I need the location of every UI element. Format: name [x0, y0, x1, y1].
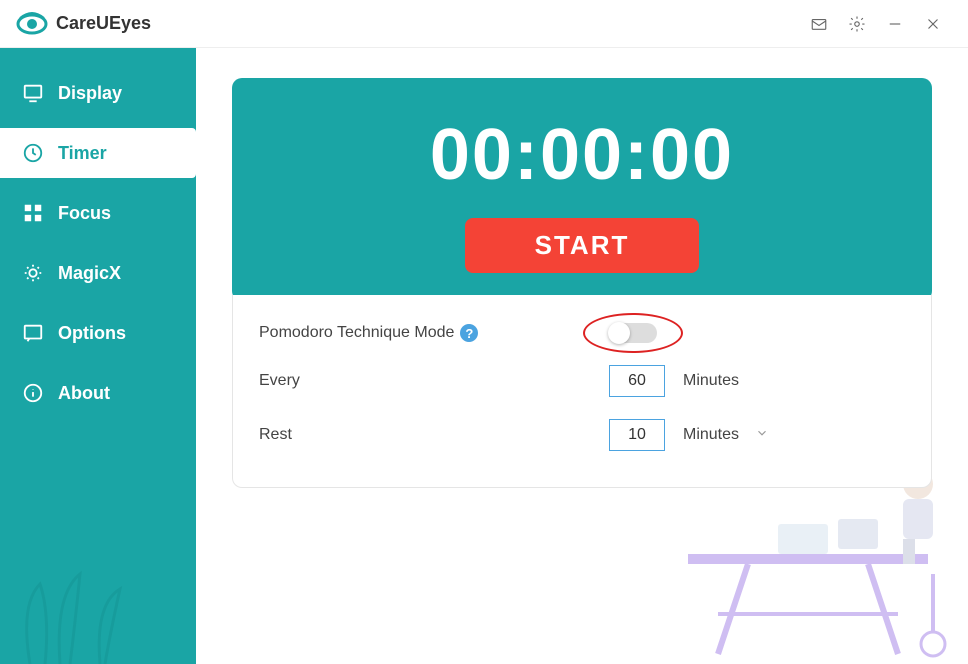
pomodoro-toggle[interactable] — [609, 323, 657, 343]
settings-icon[interactable] — [838, 5, 876, 43]
sidebar-item-label: About — [58, 383, 110, 404]
sidebar-item-label: Timer — [58, 143, 107, 164]
options-icon — [22, 322, 44, 344]
sidebar-item-magicx[interactable]: MagicX — [0, 248, 196, 298]
settings-panel: Pomodoro Technique Mode ? Every Minutes … — [232, 295, 932, 488]
eye-icon — [16, 8, 48, 40]
timer-display: 00:00:00 — [252, 114, 912, 196]
title-bar: CareUEyes — [0, 0, 968, 48]
sidebar-item-options[interactable]: Options — [0, 308, 196, 358]
every-unit: Minutes — [683, 372, 739, 390]
timer-panel: 00:00:00 START — [232, 78, 932, 301]
mail-icon[interactable] — [800, 5, 838, 43]
sidebar-item-label: Focus — [58, 203, 111, 224]
sidebar-item-label: MagicX — [58, 263, 121, 284]
app-logo: CareUEyes — [16, 8, 151, 40]
sidebar-item-display[interactable]: Display — [0, 68, 196, 118]
sparkle-icon — [22, 262, 44, 284]
every-label: Every — [259, 372, 300, 390]
start-button[interactable]: START — [465, 218, 700, 273]
minimize-button[interactable] — [876, 5, 914, 43]
toggle-knob — [608, 322, 630, 344]
monitor-icon — [22, 82, 44, 104]
every-input[interactable] — [609, 365, 665, 397]
pomodoro-row: Pomodoro Technique Mode ? — [259, 323, 905, 343]
sidebar-item-label: Display — [58, 83, 122, 104]
grid-icon — [22, 202, 44, 224]
rest-unit: Minutes — [683, 426, 739, 444]
sidebar-item-focus[interactable]: Focus — [0, 188, 196, 238]
close-button[interactable] — [914, 5, 952, 43]
info-icon — [22, 382, 44, 404]
sidebar-item-timer[interactable]: Timer — [0, 128, 196, 178]
rest-label: Rest — [259, 426, 292, 444]
pomodoro-label: Pomodoro Technique Mode — [259, 324, 454, 342]
sidebar: Display Timer Focus MagicX Options About — [0, 48, 196, 664]
sidebar-item-about[interactable]: About — [0, 368, 196, 418]
help-icon[interactable]: ? — [460, 324, 478, 342]
app-name: CareUEyes — [56, 13, 151, 34]
sidebar-item-label: Options — [58, 323, 126, 344]
plant-decoration — [0, 504, 196, 664]
clock-icon — [22, 142, 44, 164]
chevron-down-icon[interactable] — [755, 426, 769, 445]
rest-input[interactable] — [609, 419, 665, 451]
rest-row: Rest Minutes — [259, 419, 905, 451]
content-area: 00:00:00 START Pomodoro Technique Mode ?… — [196, 48, 968, 664]
every-row: Every Minutes — [259, 365, 905, 397]
